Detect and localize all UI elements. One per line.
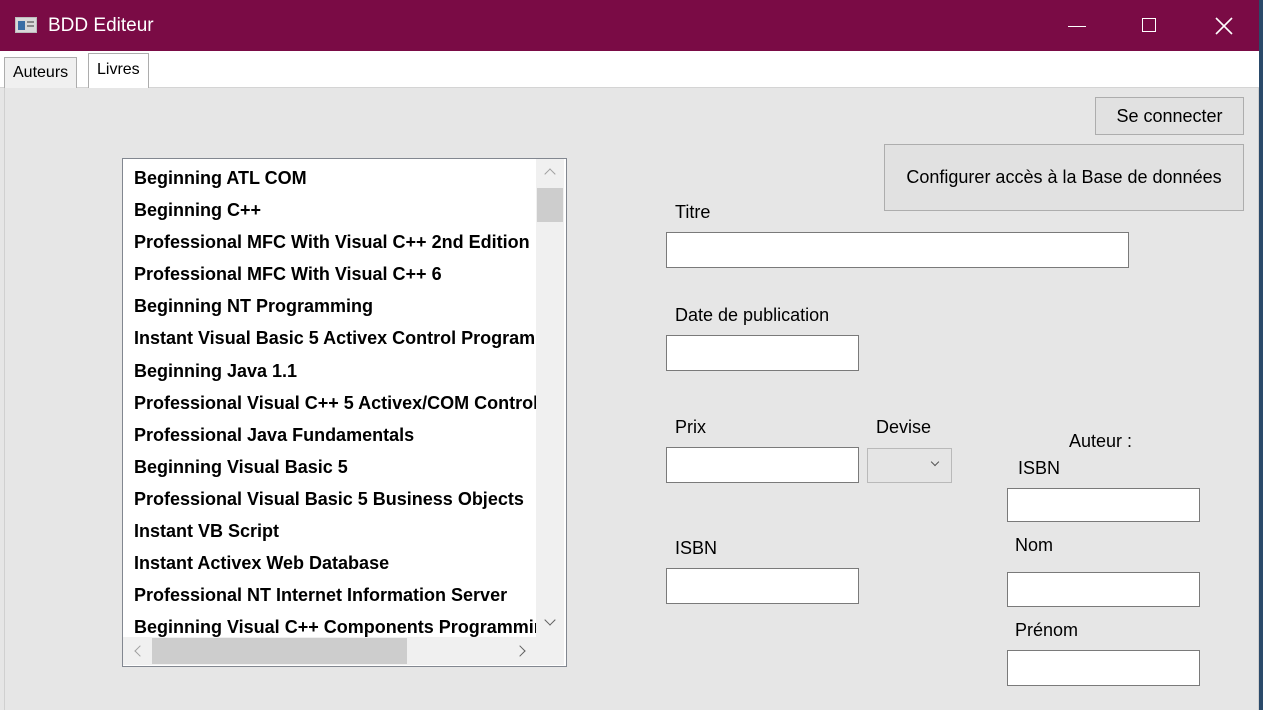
- isbn-label: ISBN: [675, 538, 718, 558]
- list-item[interactable]: Professional Visual C++ 5 Activex/COM Co…: [123, 387, 536, 419]
- close-icon: [1215, 17, 1233, 35]
- connect-button[interactable]: Se connecter: [1095, 97, 1244, 135]
- list-item[interactable]: Beginning Visual Basic 5: [123, 451, 536, 483]
- devise-label: Devise: [876, 417, 932, 437]
- vertical-scrollbar[interactable]: [536, 159, 564, 637]
- auteur-isbn-field[interactable]: [1007, 488, 1200, 522]
- nom-label: Nom: [1015, 535, 1054, 555]
- horizontal-scrollbar[interactable]: [123, 637, 536, 665]
- tab-livres[interactable]: Livres: [88, 53, 149, 89]
- tab-strip: Auteurs Livres: [0, 51, 1263, 89]
- maximize-button[interactable]: [1113, 0, 1187, 51]
- auteur-isbn-label: ISBN: [1018, 458, 1061, 478]
- list-item[interactable]: Instant Activex Web Database: [123, 547, 536, 579]
- scroll-left-icon[interactable]: [123, 637, 151, 665]
- book-list-items: Beginning ATL COM Beginning C++ Professi…: [123, 162, 536, 640]
- date-publication-label: Date de publication: [675, 305, 830, 325]
- prix-field[interactable]: [666, 447, 859, 483]
- horizontal-scroll-thumb[interactable]: [152, 638, 407, 664]
- scroll-right-icon[interactable]: [508, 637, 536, 665]
- list-item[interactable]: Professional Java Fundamentals: [123, 419, 536, 451]
- vertical-scroll-thumb[interactable]: [537, 188, 563, 222]
- list-item[interactable]: Beginning Java 1.1: [123, 355, 536, 387]
- nom-field[interactable]: [1007, 572, 1200, 607]
- list-item[interactable]: Professional Visual Basic 5 Business Obj…: [123, 483, 536, 515]
- prix-label: Prix: [675, 417, 706, 437]
- list-item[interactable]: Professional MFC With Visual C++ 6: [123, 258, 536, 290]
- list-item[interactable]: Professional NT Internet Information Ser…: [123, 579, 536, 611]
- configure-database-button[interactable]: Configurer accès à la Base de données: [884, 144, 1244, 211]
- prenom-label: Prénom: [1015, 620, 1079, 640]
- titre-label: Titre: [675, 202, 711, 222]
- close-button[interactable]: [1187, 0, 1261, 51]
- window-title: BDD Editeur: [48, 15, 154, 36]
- scrollbar-corner: [536, 637, 564, 665]
- auteur-heading: Auteur :: [1069, 431, 1133, 451]
- app-window: BDD Editeur Auteurs Livres Se connecter …: [0, 0, 1263, 710]
- minimize-button[interactable]: [1040, 0, 1114, 51]
- list-item[interactable]: Instant VB Script: [123, 515, 536, 547]
- list-item[interactable]: Beginning Visual C++ Components Programm…: [123, 611, 536, 640]
- list-item[interactable]: Professional MFC With Visual C++ 2nd Edi…: [123, 226, 536, 258]
- scroll-up-icon[interactable]: [536, 159, 564, 185]
- list-item[interactable]: Beginning ATL COM: [123, 162, 536, 194]
- prenom-field[interactable]: [1007, 650, 1200, 686]
- isbn-field[interactable]: [666, 568, 859, 604]
- app-window-icon: [15, 17, 37, 33]
- book-list[interactable]: Beginning ATL COM Beginning C++ Professi…: [122, 158, 567, 667]
- chevron-down-icon: [930, 457, 940, 467]
- tab-auteurs[interactable]: Auteurs: [4, 57, 78, 88]
- titre-field[interactable]: [666, 232, 1129, 268]
- date-publication-field[interactable]: [666, 335, 859, 371]
- scroll-down-icon[interactable]: [536, 611, 564, 637]
- list-item[interactable]: Beginning NT Programming: [123, 290, 536, 322]
- devise-dropdown[interactable]: [867, 448, 952, 483]
- title-bar[interactable]: BDD Editeur: [0, 0, 1263, 51]
- window-border: [1259, 0, 1263, 710]
- list-item[interactable]: Instant Visual Basic 5 Activex Control P…: [123, 322, 536, 354]
- list-item[interactable]: Beginning C++: [123, 194, 536, 226]
